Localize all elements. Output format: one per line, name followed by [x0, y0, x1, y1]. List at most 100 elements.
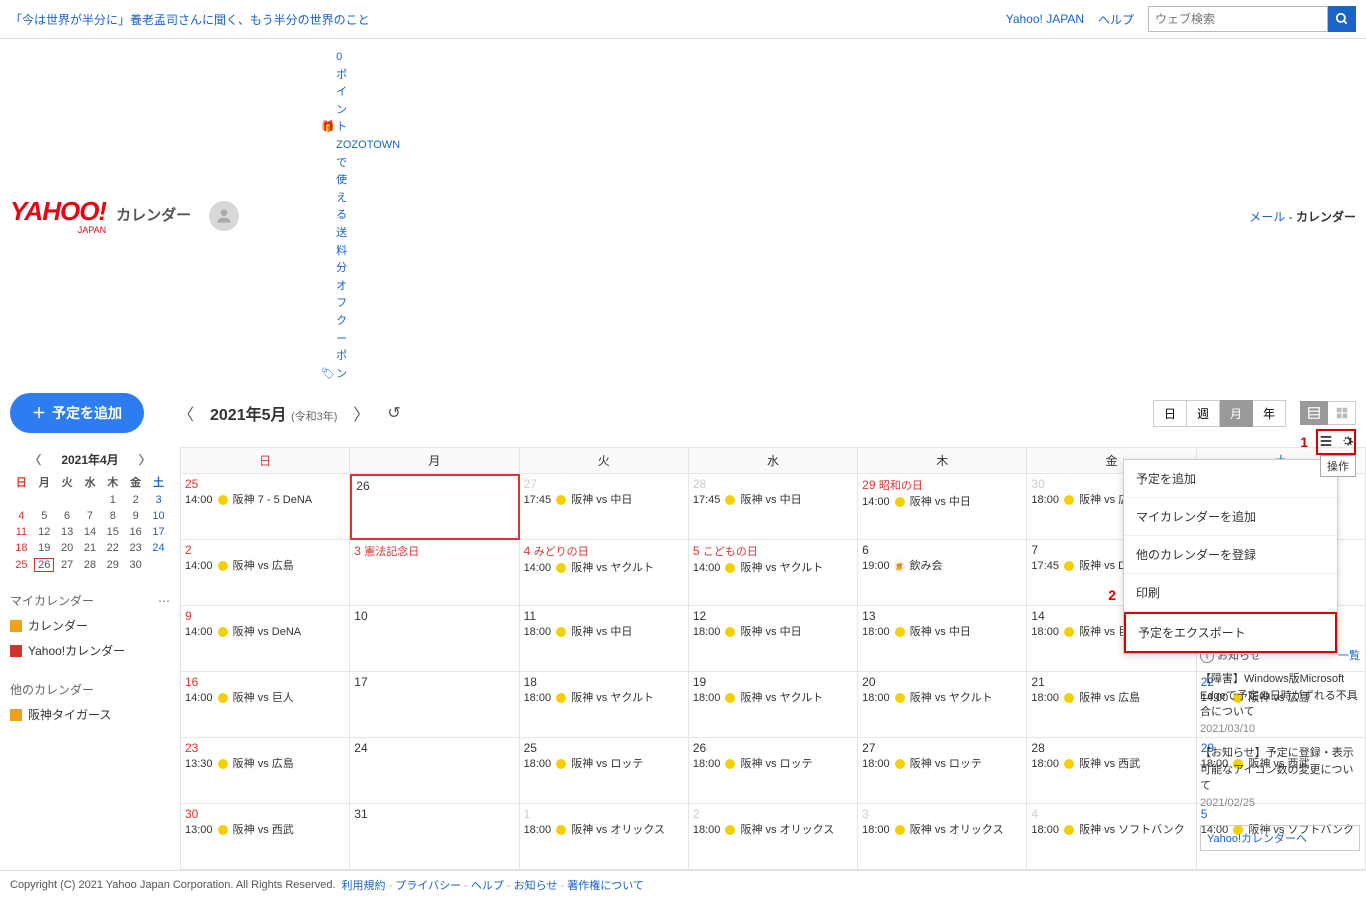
calendar-cell[interactable]: 418:00 阪神 vs ソフトバンク: [1027, 804, 1196, 870]
calendar-cell[interactable]: 29 昭和の日14:00 阪神 vs 中日: [858, 474, 1027, 540]
settings-button[interactable]: [1340, 434, 1354, 451]
calendar-cell[interactable]: 2514:00 阪神 7 - 5 DeNA: [181, 474, 350, 540]
calendar-cell[interactable]: 24: [350, 738, 519, 804]
coupon-link[interactable]: 🏷 ZOZOTOWNで使える送料分オフクーポン: [321, 368, 348, 380]
calendar-cell[interactable]: 2018:00 阪神 vs ヤクルト: [858, 672, 1027, 738]
footer-link[interactable]: ヘルプ: [471, 880, 504, 892]
menu-item[interactable]: 予定を追加: [1124, 460, 1337, 498]
minical-day[interactable]: 19: [33, 540, 56, 556]
minical-day[interactable]: [56, 492, 79, 508]
event-item[interactable]: 14:00 阪神 vs DeNA: [185, 625, 345, 639]
event-item[interactable]: 14:00 阪神 vs 広島: [185, 559, 345, 573]
minical-next-button[interactable]: 〉: [139, 451, 151, 468]
minical-day[interactable]: 17: [147, 524, 170, 540]
calendar-cell[interactable]: 26: [350, 474, 519, 540]
calendar-cell[interactable]: 2817:45 阪神 vs 中日: [689, 474, 858, 540]
minical-day[interactable]: [147, 556, 170, 574]
event-item[interactable]: 18:00 阪神 vs 中日: [524, 625, 684, 639]
minical-day[interactable]: 3: [147, 492, 170, 508]
add-event-button[interactable]: ＋予定を追加: [10, 393, 144, 433]
minical-day[interactable]: 22: [101, 540, 124, 556]
event-item[interactable]: 18:00 阪神 vs ロッテ: [524, 757, 684, 771]
mycalendar-more-button[interactable]: ⋯: [158, 594, 170, 608]
footer-link[interactable]: 利用規約: [342, 880, 386, 892]
event-item[interactable]: 17:45 阪神 vs 中日: [524, 493, 684, 507]
calendar-cell[interactable]: 3013:00 阪神 vs 西武: [181, 804, 350, 870]
help-link[interactable]: ヘルプ: [1098, 11, 1134, 28]
minical-day[interactable]: 2: [124, 492, 147, 508]
points-link[interactable]: 🎁 0ポイント: [321, 121, 348, 133]
calendar-item[interactable]: 阪神タイガース: [10, 702, 170, 727]
top-news-link[interactable]: 「今は世界が半分に」養老孟司さんに聞く、もう半分の世界のこと: [10, 11, 370, 28]
footer-link[interactable]: プライバシー: [395, 880, 461, 892]
calendar-cell[interactable]: 2118:00 阪神 vs 広島: [1027, 672, 1196, 738]
notice-list-link[interactable]: 一覧: [1338, 647, 1360, 663]
minical-day[interactable]: 26: [33, 556, 56, 574]
minical-day[interactable]: 12: [33, 524, 56, 540]
calendar-cell[interactable]: 2313:30 阪神 vs 広島: [181, 738, 350, 804]
calendar-cell[interactable]: 1118:00 阪神 vs 中日: [520, 606, 689, 672]
calendar-item[interactable]: Yahoo!カレンダー: [10, 638, 170, 663]
minical-day[interactable]: 5: [33, 508, 56, 524]
menu-item[interactable]: マイカレンダーを追加: [1124, 498, 1337, 536]
calendar-cell[interactable]: 619:00 🍺 飲み会: [858, 540, 1027, 606]
calendar-item[interactable]: カレンダー: [10, 613, 170, 638]
minical-day[interactable]: 10: [147, 508, 170, 524]
minical-day[interactable]: 21: [79, 540, 102, 556]
event-item[interactable]: 17:45 阪神 vs 中日: [693, 493, 853, 507]
view-list-button[interactable]: [1300, 401, 1328, 425]
calendar-cell[interactable]: 2718:00 阪神 vs ロッテ: [858, 738, 1027, 804]
event-item[interactable]: 18:00 阪神 vs ソフトバンク: [1031, 823, 1191, 837]
view-week-button[interactable]: 週: [1187, 400, 1220, 427]
minical-day[interactable]: 16: [124, 524, 147, 540]
event-item[interactable]: 14:00 阪神 vs 中日: [862, 495, 1022, 509]
calendar-cell[interactable]: 1218:00 阪神 vs 中日: [689, 606, 858, 672]
notice-item[interactable]: 【障害】Windows版Microsoft Edgeで予定の日時がずれる不具合に…: [1200, 667, 1360, 741]
minical-day[interactable]: 27: [56, 556, 79, 574]
view-grid-button[interactable]: [1328, 401, 1356, 425]
event-item[interactable]: 18:00 阪神 vs 広島: [1031, 691, 1191, 705]
minical-day[interactable]: 28: [79, 556, 102, 574]
view-year-button[interactable]: 年: [1253, 400, 1286, 427]
minical-day[interactable]: [79, 492, 102, 508]
view-day-button[interactable]: 日: [1153, 400, 1187, 427]
minical-day[interactable]: 4: [10, 508, 33, 524]
event-item[interactable]: 14:00 阪神 7 - 5 DeNA: [185, 493, 345, 507]
event-item[interactable]: 18:00 阪神 vs ロッテ: [862, 757, 1022, 771]
minical-day[interactable]: 23: [124, 540, 147, 556]
prev-month-button[interactable]: 〈: [174, 401, 198, 425]
menu-item[interactable]: 印刷: [1124, 574, 1337, 612]
calendar-cell[interactable]: 2618:00 阪神 vs ロッテ: [689, 738, 858, 804]
event-item[interactable]: 13:00 阪神 vs 西武: [185, 823, 345, 837]
footer-link[interactable]: 著作権について: [567, 880, 644, 892]
event-item[interactable]: 18:00 阪神 vs ロッテ: [693, 757, 853, 771]
calendar-cell[interactable]: 1918:00 阪神 vs ヤクルト: [689, 672, 858, 738]
minical-day[interactable]: [10, 492, 33, 508]
minical-day[interactable]: 25: [10, 556, 33, 574]
calendar-cell[interactable]: 31: [350, 804, 519, 870]
calendar-cell[interactable]: 218:00 阪神 vs オリックス: [689, 804, 858, 870]
minical-day[interactable]: 18: [10, 540, 33, 556]
yahoo-japan-link[interactable]: Yahoo! JAPAN: [1006, 12, 1084, 26]
calendar-cell[interactable]: 1318:00 阪神 vs 中日: [858, 606, 1027, 672]
calendar-cell[interactable]: 118:00 阪神 vs オリックス: [520, 804, 689, 870]
yahoo-calendar-link[interactable]: Yahoo!カレンダーへ: [1207, 833, 1307, 845]
minical-day[interactable]: [33, 492, 56, 508]
calendar-cell[interactable]: 10: [350, 606, 519, 672]
notice-item[interactable]: 【お知らせ】予定に登録・表示可能なアイコン数の変更について2021/02/25: [1200, 741, 1360, 815]
event-item[interactable]: 18:00 阪神 vs オリックス: [693, 823, 853, 837]
calendar-cell[interactable]: 2518:00 阪神 vs ロッテ: [520, 738, 689, 804]
calendar-cell[interactable]: 17: [350, 672, 519, 738]
event-item[interactable]: 18:00 阪神 vs ヤクルト: [862, 691, 1022, 705]
minical-day[interactable]: 13: [56, 524, 79, 540]
calendar-cell[interactable]: 318:00 阪神 vs オリックス: [858, 804, 1027, 870]
event-item[interactable]: 14:00 阪神 vs ヤクルト: [524, 561, 684, 575]
today-button[interactable]: ↺: [387, 403, 400, 423]
footer-link[interactable]: お知らせ: [514, 880, 558, 892]
minical-day[interactable]: 29: [101, 556, 124, 574]
event-item[interactable]: 18:00 阪神 vs ヤクルト: [524, 691, 684, 705]
minical-day[interactable]: 7: [79, 508, 102, 524]
minical-day[interactable]: 1: [101, 492, 124, 508]
minical-day[interactable]: 6: [56, 508, 79, 524]
search-input[interactable]: [1148, 6, 1328, 32]
